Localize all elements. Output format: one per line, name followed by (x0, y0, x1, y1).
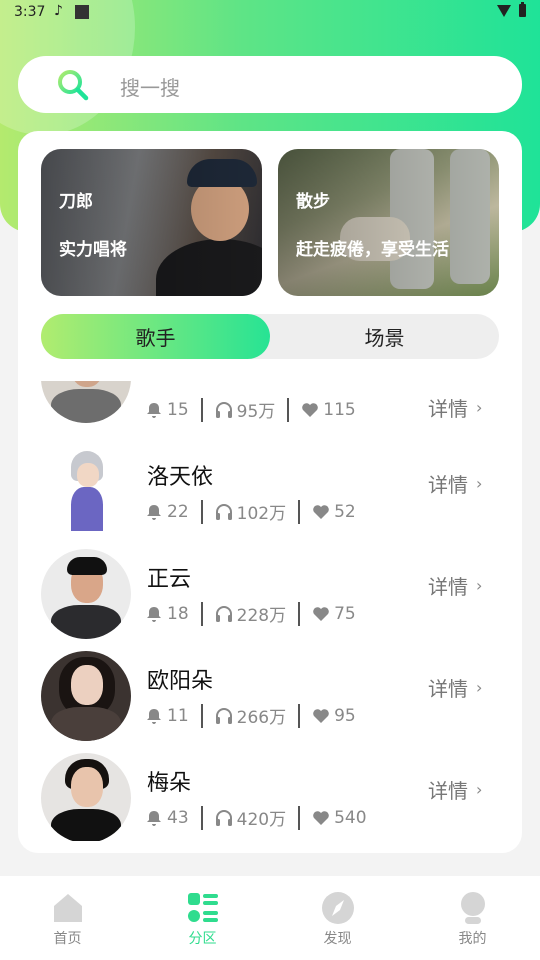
like-count: 52 (334, 501, 356, 522)
chevron-right-icon: › (476, 678, 483, 697)
like-count: 540 (334, 807, 367, 828)
wifi-icon (497, 4, 511, 17)
heart-icon (313, 606, 329, 621)
segment-control: 歌手 场景 (41, 314, 499, 359)
detail-link[interactable]: 详情 › (428, 775, 482, 804)
tab-category[interactable]: 分区 (135, 876, 270, 960)
headphones-icon (215, 503, 232, 520)
avatar (41, 447, 131, 537)
avatar (41, 753, 131, 841)
list-item[interactable]: 梅朵 43 420万 540 详情 › (18, 753, 522, 841)
stats: 43 420万 540 (145, 805, 367, 830)
status-time: 3:37 (14, 4, 46, 20)
status-bar: 3:37 ♪ (0, 0, 540, 26)
headphones-icon (215, 707, 232, 724)
heart-icon (302, 402, 319, 417)
singer-name: 洛天依 (147, 465, 214, 490)
tab-discover[interactable]: 发现 (270, 876, 405, 960)
list-item[interactable]: 欧阳朵 11 266万 95 详情 › (18, 651, 522, 753)
headphones-icon (215, 401, 232, 418)
banner-title: 散步 (296, 192, 330, 212)
tab-scene[interactable]: 场景 (270, 314, 499, 359)
listen-count: 95万 (236, 402, 276, 422)
chevron-right-icon: › (476, 474, 483, 493)
like-count: 75 (334, 603, 356, 624)
listen-count: 102万 (236, 504, 287, 524)
like-count: 95 (334, 705, 356, 726)
bell-count: 11 (167, 705, 189, 726)
avatar (41, 651, 131, 741)
heart-icon (313, 810, 329, 825)
singer-name: 欧阳朵 (147, 669, 214, 694)
like-count: 115 (323, 399, 356, 420)
bottom-tab-bar: 首页 分区 发现 我的 (0, 876, 540, 960)
chevron-right-icon: › (476, 780, 483, 799)
headphones-icon (215, 605, 232, 622)
detail-link[interactable]: 详情 › (428, 571, 482, 600)
stats: 11 266万 95 (145, 703, 356, 728)
list-item[interactable]: 洛天依 22 102万 52 详情 › (18, 447, 522, 549)
singer-list: 15 95万 115 详情 › 洛天依 22 102万 52 详情 › 正云 1… (18, 381, 522, 841)
singer-name: 梅朵 (147, 771, 192, 796)
notification-icon (75, 5, 89, 19)
bell-count: 15 (167, 399, 189, 420)
bell-icon (147, 708, 161, 724)
bell-count: 43 (167, 807, 189, 828)
search-icon (58, 70, 89, 101)
listen-count: 266万 (236, 708, 287, 728)
banner-subtitle: 赶走疲倦，享受生活 (296, 240, 449, 260)
list-item[interactable]: 15 95万 115 详情 › (18, 381, 522, 435)
tab-singer[interactable]: 歌手 (41, 314, 270, 359)
listen-count: 420万 (236, 810, 287, 830)
detail-link[interactable]: 详情 › (428, 469, 482, 498)
detail-link[interactable]: 详情 › (428, 393, 482, 422)
bell-icon (147, 504, 161, 520)
bell-icon (147, 402, 161, 418)
content-card: 刀郎 实力唱将 散步 赶走疲倦，享受生活 歌手 场景 15 95万 115 详情… (18, 131, 522, 853)
headphones-icon (215, 809, 232, 826)
bell-icon (147, 606, 161, 622)
compass-icon (321, 892, 354, 924)
bell-count: 22 (167, 501, 189, 522)
avatar (41, 381, 131, 423)
banner-subtitle: 实力唱将 (59, 240, 127, 260)
music-note-icon: ♪ (54, 3, 63, 19)
profile-icon (460, 892, 485, 924)
tab-profile[interactable]: 我的 (405, 876, 540, 960)
avatar (41, 549, 131, 639)
singer-name: 正云 (147, 567, 192, 592)
banner-scene[interactable]: 散步 赶走疲倦，享受生活 (278, 149, 499, 296)
bell-icon (147, 810, 161, 826)
list-item[interactable]: 正云 18 228万 75 详情 › (18, 549, 522, 651)
tab-home[interactable]: 首页 (0, 876, 135, 960)
home-icon (53, 894, 82, 922)
category-icon (187, 893, 218, 922)
banner-title: 刀郎 (59, 192, 93, 212)
bell-count: 18 (167, 603, 189, 624)
heart-icon (313, 504, 329, 519)
search-bar[interactable]: 搜一搜 (18, 56, 522, 113)
chevron-right-icon: › (476, 576, 483, 595)
chevron-right-icon: › (476, 398, 483, 417)
stats: 22 102万 52 (145, 499, 356, 524)
listen-count: 228万 (236, 606, 287, 626)
battery-icon (519, 2, 526, 17)
stats: 15 95万 115 (145, 397, 356, 422)
banner-singer[interactable]: 刀郎 实力唱将 (41, 149, 262, 296)
heart-icon (313, 708, 329, 723)
detail-link[interactable]: 详情 › (428, 673, 482, 702)
search-input[interactable]: 搜一搜 (120, 72, 180, 101)
stats: 18 228万 75 (145, 601, 356, 626)
